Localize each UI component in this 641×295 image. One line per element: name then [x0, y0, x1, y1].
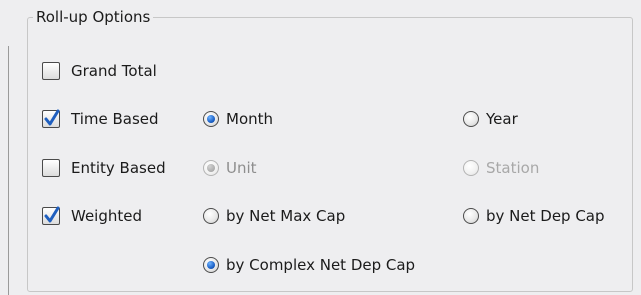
unit-radio[interactable] [203, 160, 219, 176]
month-label: Month [226, 110, 274, 128]
year-radio[interactable] [463, 111, 479, 127]
checkmark-icon [44, 206, 60, 223]
unit-label: Unit [226, 159, 257, 177]
station-label: Station [486, 159, 540, 177]
by-complex-net-dep-cap-label: by Complex Net Dep Cap [226, 256, 416, 274]
radio-selected-dot [207, 115, 215, 123]
by-net-dep-cap-label: by Net Dep Cap [486, 207, 605, 225]
rollup-options-groupbox [27, 17, 633, 292]
weighted-checkbox[interactable] [42, 206, 60, 225]
grand-total-label: Grand Total [71, 62, 157, 80]
year-label: Year [486, 110, 518, 128]
station-radio[interactable] [463, 160, 479, 176]
rollup-options-panel: Roll-up Options Grand Total Time Based M… [0, 0, 641, 295]
month-radio[interactable] [203, 111, 219, 127]
checkmark-icon [44, 109, 60, 126]
radio-selected-dot [207, 261, 215, 269]
grand-total-checkbox[interactable] [42, 62, 60, 80]
entity-based-label: Entity Based [71, 159, 166, 177]
left-divider [8, 46, 9, 295]
by-complex-net-dep-cap-radio[interactable] [203, 257, 219, 273]
entity-based-checkbox[interactable] [42, 159, 60, 177]
time-based-label: Time Based [71, 110, 159, 128]
group-title: Roll-up Options [33, 7, 154, 27]
time-based-checkbox[interactable] [42, 109, 60, 128]
by-net-max-cap-label: by Net Max Cap [226, 207, 346, 225]
weighted-label: Weighted [71, 207, 143, 225]
by-net-max-cap-radio[interactable] [203, 208, 219, 224]
by-net-dep-cap-radio[interactable] [463, 208, 479, 224]
radio-selected-dot [207, 164, 215, 172]
